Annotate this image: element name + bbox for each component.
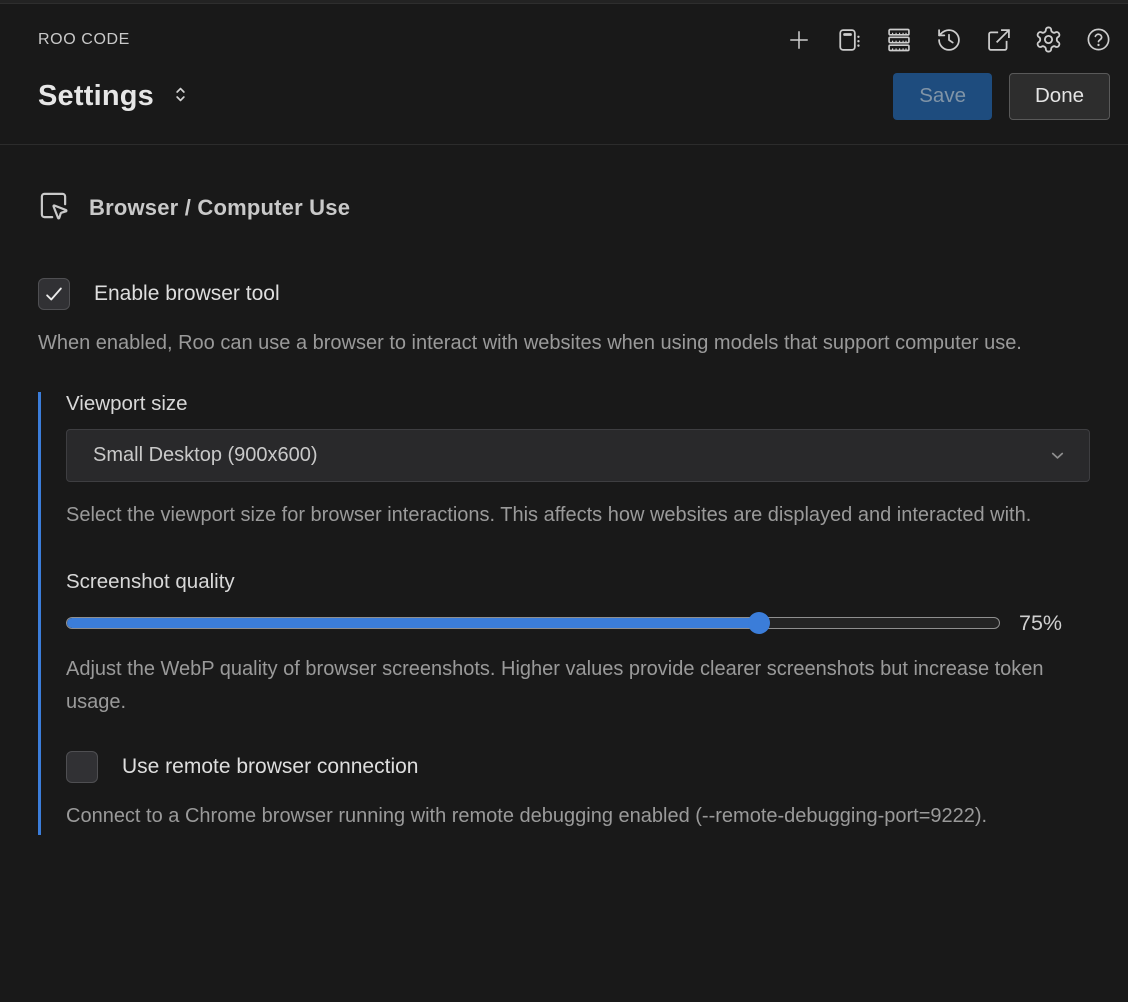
checkmark-icon <box>43 283 65 305</box>
history-button[interactable] <box>933 24 964 55</box>
mcp-servers-icon <box>885 26 913 54</box>
enable-browser-label: Enable browser tool <box>94 282 280 306</box>
remote-browser-label: Use remote browser connection <box>122 755 418 779</box>
enable-browser-description: When enabled, Roo can use a browser to i… <box>38 327 1023 361</box>
chevron-up-down-icon <box>169 83 192 109</box>
section-title: Browser / Computer Use <box>89 195 350 221</box>
settings-gear-icon <box>1034 25 1063 54</box>
spacer <box>66 533 1090 570</box>
done-button[interactable]: Done <box>1009 73 1110 120</box>
screenshot-quality-label: Screenshot quality <box>66 570 1090 594</box>
page-title: Settings <box>38 80 154 113</box>
slider-thumb[interactable] <box>748 612 770 634</box>
viewport-size-label: Viewport size <box>66 392 1090 416</box>
plus-icon <box>785 26 813 54</box>
screenshot-quality-slider[interactable] <box>66 612 1000 634</box>
settings-content: Enable browser tool When enabled, Roo ca… <box>0 268 1128 836</box>
slider-fill <box>67 618 759 628</box>
settings-button[interactable] <box>1033 24 1064 55</box>
browser-settings-group: Viewport size Small Desktop (900x600) Se… <box>38 392 1090 835</box>
browser-computer-use-icon <box>38 190 69 226</box>
screenshot-quality-value: 75% <box>1019 611 1071 636</box>
screenshot-quality-description: Adjust the WebP quality of browser scree… <box>66 653 1066 720</box>
help-icon <box>1085 26 1112 53</box>
remote-browser-row: Use remote browser connection <box>66 751 1090 783</box>
viewport-size-description: Select the viewport size for browser int… <box>66 499 1066 533</box>
open-in-editor-icon <box>985 26 1013 54</box>
viewport-size-value: Small Desktop (900x600) <box>93 444 318 467</box>
open-in-editor-button[interactable] <box>983 24 1014 55</box>
help-button[interactable] <box>1083 24 1114 55</box>
chevron-down-icon <box>1048 446 1067 465</box>
slider-track[interactable] <box>66 617 1000 629</box>
screenshot-quality-row: 75% <box>66 611 1090 636</box>
section-header-browser: Browser / Computer Use <box>0 145 1128 268</box>
settings-header: Settings Save Done <box>0 55 1128 144</box>
prompts-button[interactable] <box>833 24 864 55</box>
extension-header: ROO CODE <box>0 4 1128 55</box>
remote-browser-description: Connect to a Chrome browser running with… <box>66 800 1066 834</box>
viewport-size-select[interactable]: Small Desktop (900x600) <box>66 429 1090 482</box>
mcp-servers-button[interactable] <box>883 24 914 55</box>
app-title: ROO CODE <box>38 31 130 49</box>
remote-browser-checkbox[interactable] <box>66 751 98 783</box>
prompts-icon <box>835 26 863 54</box>
sections-collapse-button[interactable] <box>169 83 192 109</box>
header-toolbar <box>783 24 1114 55</box>
enable-browser-checkbox[interactable] <box>38 278 70 310</box>
save-button[interactable]: Save <box>893 73 992 120</box>
spacer <box>66 720 1090 751</box>
new-task-button[interactable] <box>783 24 814 55</box>
enable-browser-row: Enable browser tool <box>38 278 1090 310</box>
history-icon <box>935 26 963 54</box>
